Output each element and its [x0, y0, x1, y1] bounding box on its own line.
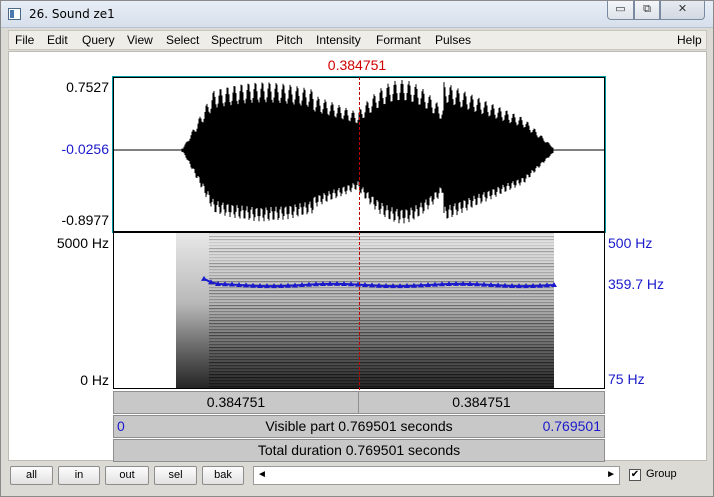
- menu-help[interactable]: Help: [677, 33, 702, 47]
- visible-part-label: Visible part 0.769501 seconds: [265, 418, 453, 434]
- group-label: Group: [646, 468, 677, 480]
- total-duration-bar[interactable]: Total duration 0.769501 seconds: [113, 439, 605, 462]
- menu-edit[interactable]: Edit: [47, 33, 68, 47]
- group-checkbox[interactable]: ✔: [629, 469, 641, 481]
- all-button[interactable]: all: [10, 466, 53, 485]
- menu-intensity[interactable]: Intensity: [316, 33, 361, 47]
- in-button[interactable]: in: [58, 466, 100, 485]
- menu-formant[interactable]: Formant: [376, 33, 421, 47]
- right-segment[interactable]: 0.384751: [359, 392, 604, 413]
- cursor-line: [359, 77, 360, 390]
- menu-view[interactable]: View: [127, 33, 153, 47]
- menu-select[interactable]: Select: [166, 33, 199, 47]
- waveform-ymax-label: 0.7527: [66, 79, 109, 95]
- praat-sound-window: 26. Sound ze1 ▭ ⧉ ✕ File Edit Query View…: [0, 0, 714, 497]
- visible-end-label: 0.769501: [542, 418, 601, 434]
- pitch-bottom-label: 75 Hz: [608, 371, 645, 387]
- total-duration-label: Total duration 0.769501 seconds: [257, 442, 461, 458]
- menu-query[interactable]: Query: [82, 33, 115, 47]
- scroll-right-icon[interactable]: ►: [606, 469, 616, 480]
- app-icon: [8, 8, 21, 20]
- out-button[interactable]: out: [105, 466, 149, 485]
- waveform-ymin-label: -0.8977: [61, 212, 109, 228]
- visible-start-label: 0: [117, 418, 125, 434]
- right-segment-label: 0.384751: [452, 394, 511, 410]
- minimize-button[interactable]: ▭: [607, 1, 634, 20]
- pitch-top-label: 500 Hz: [608, 235, 653, 251]
- scroll-left-icon[interactable]: ◄: [257, 469, 267, 480]
- menu-pitch[interactable]: Pitch: [276, 33, 303, 47]
- menu-pulses[interactable]: Pulses: [435, 33, 471, 47]
- pitch-current-label: 359.7 Hz: [608, 276, 665, 292]
- spectrogram-freq-bottom-label: 0 Hz: [80, 372, 109, 388]
- menu-spectrum[interactable]: Spectrum: [211, 33, 262, 47]
- left-segment[interactable]: 0.384751: [114, 392, 359, 413]
- selection-bar: 0.384751 0.384751: [113, 391, 605, 414]
- menu-bar: File Edit Query View Select Spectrum Pit…: [8, 30, 707, 50]
- spectrogram-freq-top-label: 5000 Hz: [56, 235, 109, 251]
- menu-file[interactable]: File: [15, 33, 34, 47]
- window-title: 26. Sound ze1: [29, 7, 115, 21]
- waveform-cursor-value-label: -0.0256: [61, 141, 109, 157]
- sel-button[interactable]: sel: [154, 466, 197, 485]
- bak-button[interactable]: bak: [202, 466, 244, 485]
- title-bar[interactable]: 26. Sound ze1 ▭ ⧉ ✕: [1, 1, 713, 28]
- horizontal-scrollbar[interactable]: ◄ ►: [253, 466, 620, 485]
- cursor-time-label: 0.384751: [327, 57, 387, 73]
- maximize-button[interactable]: ⧉: [634, 1, 660, 20]
- left-segment-label: 0.384751: [206, 394, 266, 410]
- visible-part-bar[interactable]: 0 Visible part 0.769501 seconds 0.769501: [113, 415, 605, 438]
- close-button[interactable]: ✕: [660, 1, 705, 20]
